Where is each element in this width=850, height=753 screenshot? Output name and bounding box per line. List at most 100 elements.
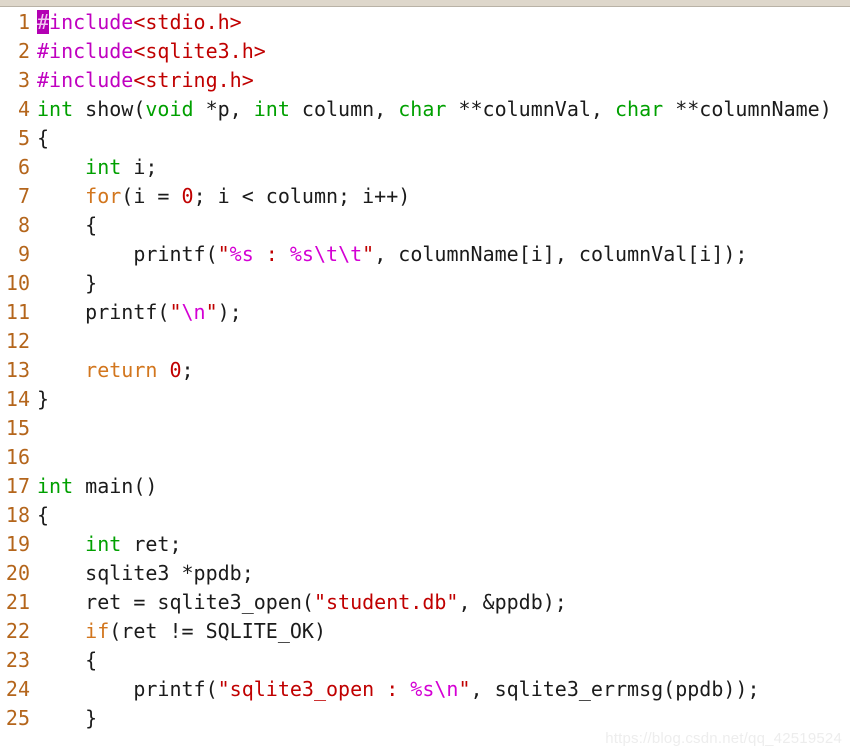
code-line-content: } bbox=[37, 385, 49, 414]
code-line[interactable]: 8 { bbox=[0, 211, 850, 240]
line-number: 16 bbox=[5, 445, 30, 469]
code-token: %s\n bbox=[410, 677, 459, 701]
code-token: (ret != SQLITE_OK) bbox=[109, 619, 327, 643]
code-token: } bbox=[37, 387, 50, 411]
code-line[interactable]: 17 int main() bbox=[0, 472, 850, 501]
code-token: void bbox=[145, 97, 194, 121]
code-token: , sqlite3_errmsg(ppdb)); bbox=[470, 677, 760, 701]
code-line-content: { bbox=[37, 211, 97, 240]
code-token: char bbox=[615, 97, 664, 121]
code-line[interactable]: 13 return 0; bbox=[0, 356, 850, 385]
code-line-content: return 0; bbox=[37, 356, 193, 385]
code-token: char bbox=[398, 97, 447, 121]
line-number: 13 bbox=[5, 358, 30, 382]
line-number: 14 bbox=[5, 387, 30, 411]
code-token: ; i < column; i++) bbox=[193, 184, 411, 208]
code-token: %s bbox=[229, 242, 254, 266]
code-line[interactable]: 4 int show(void *p, int column, char **co… bbox=[0, 95, 850, 124]
code-line[interactable]: 10 } bbox=[0, 269, 850, 298]
watermark: https://blog.csdn.net/qq_42519524 bbox=[605, 730, 842, 747]
code-token: sqlite3 *ppdb; bbox=[37, 561, 254, 585]
line-number: 22 bbox=[5, 619, 30, 643]
code-line[interactable]: 14} bbox=[0, 385, 850, 414]
code-token: "sqlite3_open : bbox=[217, 677, 411, 701]
code-token: printf( bbox=[37, 242, 218, 266]
code-line-content: ret = sqlite3_open("student.db", &ppdb); bbox=[37, 588, 567, 617]
code-token: " bbox=[458, 677, 471, 701]
code-line[interactable]: 7 for(i = 0; i < column; i++) bbox=[0, 182, 850, 211]
code-token: i; bbox=[121, 155, 158, 179]
code-token: " bbox=[169, 300, 182, 324]
code-token: (i = bbox=[121, 184, 182, 208]
code-line[interactable]: 1 #include<stdio.h> bbox=[0, 8, 850, 37]
code-token: 0 bbox=[181, 184, 194, 208]
line-number: 15 bbox=[5, 416, 30, 440]
code-token: { bbox=[37, 126, 50, 150]
code-line[interactable]: 15 bbox=[0, 414, 850, 443]
code-line[interactable]: 25 } bbox=[0, 704, 850, 733]
code-line-content: #include<sqlite3.h> bbox=[37, 37, 266, 66]
code-token: for bbox=[85, 184, 122, 208]
code-line-content: { bbox=[37, 501, 49, 530]
code-token: %s bbox=[289, 242, 314, 266]
code-token: " bbox=[205, 300, 218, 324]
code-line[interactable]: 16 bbox=[0, 443, 850, 472]
code-token: #include bbox=[37, 39, 134, 63]
code-line[interactable]: 18 { bbox=[0, 501, 850, 530]
code-token: if bbox=[85, 619, 110, 643]
code-line[interactable]: 23 { bbox=[0, 646, 850, 675]
code-line-content: } bbox=[37, 269, 97, 298]
code-token: include bbox=[49, 10, 134, 34]
line-number: 1 bbox=[17, 10, 30, 34]
code-line[interactable]: 2 #include<sqlite3.h> bbox=[0, 37, 850, 66]
code-line-content: #include<stdio.h> bbox=[37, 8, 242, 37]
code-line[interactable]: 22 if(ret != SQLITE_OK) bbox=[0, 617, 850, 646]
code-token: printf( bbox=[37, 677, 218, 701]
code-editor: 1 #include<stdio.h> 2 #include<sqlite3.h> 3 #… bbox=[0, 0, 850, 753]
code-lines-container[interactable]: 1 #include<stdio.h> 2 #include<sqlite3.h> 3 #… bbox=[0, 8, 850, 753]
line-number: 10 bbox=[5, 271, 30, 295]
code-token: "student.db" bbox=[313, 590, 459, 614]
code-line-content: printf("%s : %s\t\t", columnName[i], col… bbox=[37, 240, 747, 269]
window-top-strip bbox=[0, 0, 850, 7]
code-token: column, bbox=[289, 97, 399, 121]
line-number: 23 bbox=[5, 648, 30, 672]
code-token: show( bbox=[73, 97, 146, 121]
code-token: int bbox=[85, 155, 122, 179]
code-line[interactable]: 24 printf("sqlite3_open : %s\n", sqlite3… bbox=[0, 675, 850, 704]
code-line[interactable]: 12 bbox=[0, 327, 850, 356]
code-token: <stdio.h> bbox=[133, 10, 242, 34]
line-number: 25 bbox=[5, 706, 30, 730]
code-line[interactable]: 3 #include<string.h> bbox=[0, 66, 850, 95]
code-line[interactable]: 19 int ret; bbox=[0, 530, 850, 559]
code-line[interactable]: 6 int i; bbox=[0, 153, 850, 182]
code-line-content: if(ret != SQLITE_OK) bbox=[37, 617, 326, 646]
code-token: " bbox=[217, 242, 230, 266]
code-line-content: printf("\n"); bbox=[37, 298, 242, 327]
code-line-content: #include<string.h> bbox=[37, 66, 254, 95]
line-number: 20 bbox=[5, 561, 30, 585]
code-token: int bbox=[37, 97, 74, 121]
code-line[interactable]: 20 sqlite3 *ppdb; bbox=[0, 559, 850, 588]
code-token: **columnName) bbox=[663, 97, 832, 121]
code-token: } bbox=[37, 706, 98, 730]
code-token: \n bbox=[181, 300, 206, 324]
code-token: int bbox=[37, 474, 74, 498]
code-token: 0 bbox=[169, 358, 182, 382]
code-token: main() bbox=[73, 474, 158, 498]
code-token: { bbox=[37, 648, 98, 672]
code-line[interactable]: 21 ret = sqlite3_open("student.db", &ppd… bbox=[0, 588, 850, 617]
line-number: 18 bbox=[5, 503, 30, 527]
code-line[interactable]: 5{ bbox=[0, 124, 850, 153]
line-number: 9 bbox=[17, 242, 30, 266]
code-line[interactable]: 9 printf("%s : %s\t\t", columnName[i], c… bbox=[0, 240, 850, 269]
code-line[interactable]: 11 printf("\n"); bbox=[0, 298, 850, 327]
code-token: ret; bbox=[121, 532, 182, 556]
code-line-content: int show(void *p, int column, char **col… bbox=[37, 95, 832, 124]
text-cursor: # bbox=[37, 10, 50, 34]
code-token: <sqlite3.h> bbox=[133, 39, 266, 63]
